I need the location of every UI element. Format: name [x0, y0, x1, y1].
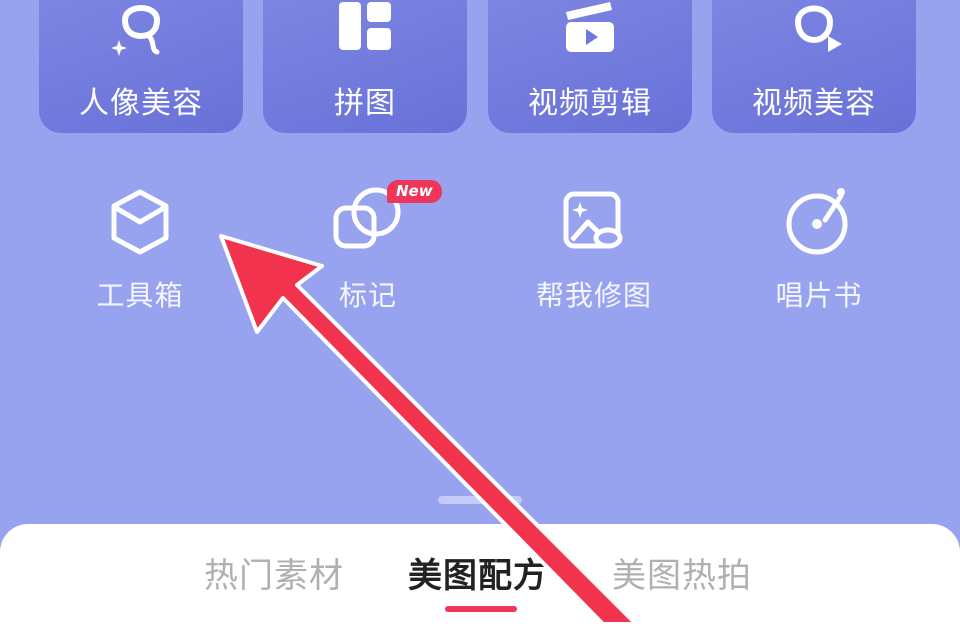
- active-tab-indicator: [445, 606, 517, 612]
- tile-label: 拼图: [334, 86, 396, 121]
- tab-hot-shots[interactable]: 美图热拍: [612, 548, 752, 597]
- video-beauty-icon: [794, 5, 842, 52]
- new-badge: New: [387, 180, 442, 203]
- tool-record-book[interactable]: 唱片书: [709, 186, 929, 314]
- collage-icon: [339, 2, 391, 50]
- photo-edit-icon: [563, 191, 623, 249]
- bottom-sheet: 热门素材 美图配方 美图热拍: [0, 524, 960, 644]
- tile-video-edit[interactable]: 视频剪辑: [488, 0, 692, 133]
- tool-label: 唱片书: [775, 279, 863, 312]
- tool-label: 帮我修图: [535, 279, 652, 312]
- tab-hot-materials[interactable]: 热门素材: [204, 548, 344, 597]
- tile-label: 视频剪辑: [528, 86, 652, 121]
- tile-video-beauty[interactable]: 视频美容: [712, 0, 916, 133]
- tool-label: 工具箱: [96, 279, 184, 312]
- portrait-icon: [111, 5, 161, 56]
- tool-help-retouch[interactable]: 帮我修图: [484, 186, 704, 314]
- video-clapper-icon: [566, 2, 614, 52]
- cube-icon: [111, 189, 169, 255]
- feature-tiles-row: 人像美容 拼图 视频剪辑 视频美容: [0, 0, 960, 134]
- tool-label: 标记: [338, 279, 397, 312]
- tile-label: 人像美容: [79, 86, 203, 121]
- tab-recipe[interactable]: 美图配方: [408, 548, 548, 597]
- tool-toolbox[interactable]: 工具箱: [30, 186, 250, 314]
- tool-mark[interactable]: 标记: [258, 186, 478, 314]
- record-player-icon: [786, 188, 848, 255]
- tile-label: 视频美容: [752, 86, 876, 121]
- tile-portrait-beauty[interactable]: 人像美容: [39, 0, 243, 133]
- tile-collage[interactable]: 拼图: [263, 0, 467, 133]
- drag-handle[interactable]: [438, 496, 522, 504]
